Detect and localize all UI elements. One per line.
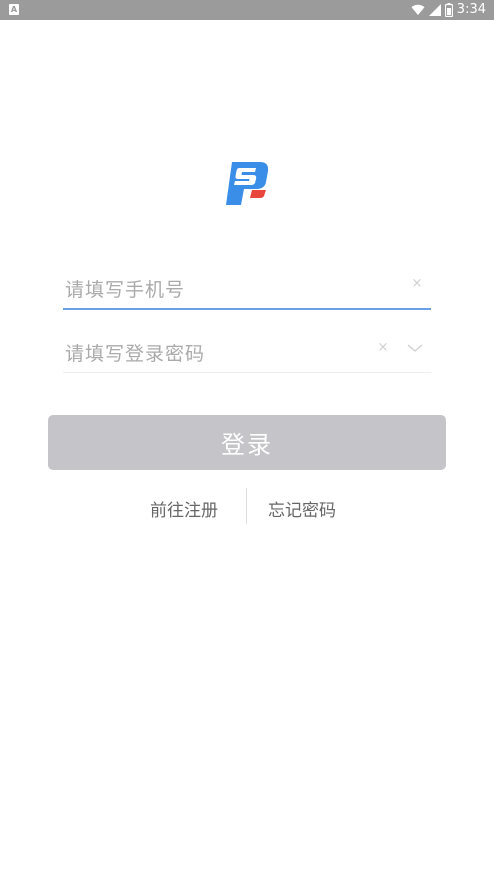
auth-links: 前往注册 忘记密码: [0, 488, 494, 524]
clear-password-icon[interactable]: ×: [375, 340, 391, 356]
notification-icon: A: [9, 4, 19, 15]
status-bar: A 3:34: [0, 0, 494, 20]
app-logo: [226, 162, 269, 205]
register-link[interactable]: 前往注册: [150, 496, 218, 521]
divider: [246, 488, 247, 524]
password-field[interactable]: 请填写登录密码 ×: [63, 332, 431, 373]
signal-icon: [428, 4, 441, 16]
status-time: 3:34: [456, 2, 486, 17]
status-icons: 3:34: [411, 2, 486, 18]
wifi-icon: [411, 4, 425, 16]
chevron-down-icon[interactable]: [407, 342, 423, 354]
battery-icon: [444, 3, 453, 17]
login-button[interactable]: 登录: [48, 415, 446, 470]
password-input[interactable]: 请填写登录密码: [65, 339, 205, 366]
forgot-password-link[interactable]: 忘记密码: [268, 496, 336, 521]
phone-field[interactable]: 请填写手机号 ×: [63, 268, 431, 310]
clear-phone-icon[interactable]: ×: [409, 276, 425, 292]
phone-input[interactable]: 请填写手机号: [65, 275, 185, 302]
